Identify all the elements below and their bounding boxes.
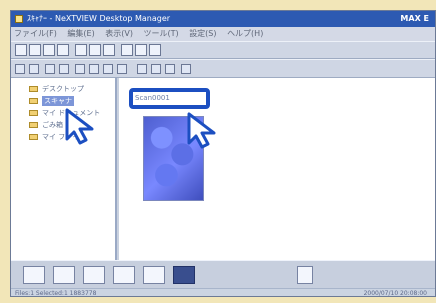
folder-icon xyxy=(29,122,38,128)
view-list-button[interactable] xyxy=(45,64,55,74)
bottom-button-6[interactable] xyxy=(173,266,195,284)
bottom-button-5[interactable] xyxy=(143,266,165,284)
tree-item-label: ごみ箱 xyxy=(42,121,63,129)
folder-icon xyxy=(29,110,38,116)
bottom-button-3[interactable] xyxy=(83,266,105,284)
view-details-button[interactable] xyxy=(59,64,69,74)
toolbar-properties-button[interactable] xyxy=(121,44,133,56)
top-toolbar xyxy=(11,41,435,59)
window-titlebar: ｽｷｬﾅｰ - NeXTVIEW Desktop Manager MAX E xyxy=(11,11,435,27)
tree-item-label: マイ ファイル xyxy=(42,133,87,141)
bottom-button-2[interactable] xyxy=(53,266,75,284)
window-title-right: MAX E xyxy=(400,14,429,23)
toolbar-search-button[interactable] xyxy=(135,44,147,56)
tree-item-label: デスクトップ xyxy=(42,85,84,93)
slideshow-button[interactable] xyxy=(137,64,147,74)
toolbar-up-button[interactable] xyxy=(43,44,55,56)
zoom-in-button[interactable] xyxy=(103,64,113,74)
folder-icon xyxy=(29,98,38,104)
file-list-pane: Scan0001 xyxy=(119,78,435,260)
rotate-right-button[interactable] xyxy=(89,64,99,74)
toolbar-paste-button[interactable] xyxy=(89,44,101,56)
application-window: ｽｷｬﾅｰ - NeXTVIEW Desktop Manager MAX E フ… xyxy=(10,10,436,297)
zoom-out-button[interactable] xyxy=(117,64,127,74)
menu-help[interactable]: ヘルプ(H) xyxy=(227,29,263,38)
view-small-icons-button[interactable] xyxy=(29,64,39,74)
toolbar-copy-button[interactable] xyxy=(75,44,87,56)
status-right-text: 2000/07/10 20:08:00 xyxy=(363,290,427,297)
folder-icon xyxy=(29,86,38,92)
folder-tree-pane: デスクトップ スキャナ マイ ドキュメント ごみ箱 マイ ファイル xyxy=(11,78,117,260)
bottom-button-4[interactable] xyxy=(113,266,135,284)
scan-thumbnail[interactable] xyxy=(143,116,204,201)
bottom-button-1[interactable] xyxy=(23,266,45,284)
menu-settings[interactable]: 設定(S) xyxy=(189,29,216,38)
thumbnail-title-highlight xyxy=(129,88,210,109)
app-icon xyxy=(15,15,23,23)
window-title: ｽｷｬﾅｰ - NeXTVIEW Desktop Manager xyxy=(27,14,171,23)
view-large-icons-button[interactable] xyxy=(15,64,25,74)
menu-view[interactable]: 表示(V) xyxy=(105,29,133,38)
tree-item-label: スキャナ xyxy=(42,96,74,106)
extra-button[interactable] xyxy=(181,64,191,74)
main-content: デスクトップ スキャナ マイ ドキュメント ごみ箱 マイ ファイル Scan00… xyxy=(11,78,435,260)
toolbar-back-button[interactable] xyxy=(15,44,27,56)
toolbar-refresh-button[interactable] xyxy=(57,44,69,56)
toolbar-view-button[interactable] xyxy=(149,44,161,56)
menu-tools[interactable]: ツール(T) xyxy=(144,29,179,38)
secondary-toolbar xyxy=(11,59,435,78)
menu-file[interactable]: ファイル(F) xyxy=(14,29,57,38)
menu-bar: ファイル(F) 編集(E) 表示(V) ツール(T) 設定(S) ヘルプ(H) xyxy=(11,27,435,41)
tree-item-label: マイ ドキュメント xyxy=(42,109,101,117)
bottom-toolbar xyxy=(11,260,435,288)
status-bar: Files:1 Selected:1 1883778 2000/07/10 20… xyxy=(11,288,435,297)
send-button[interactable] xyxy=(165,64,175,74)
folder-icon xyxy=(29,134,38,140)
status-left-text: Files:1 Selected:1 1883778 xyxy=(15,290,97,297)
menu-edit[interactable]: 編集(E) xyxy=(67,29,94,38)
rotate-left-button[interactable] xyxy=(75,64,85,74)
toolbar-forward-button[interactable] xyxy=(29,44,41,56)
print-button[interactable] xyxy=(151,64,161,74)
toolbar-delete-button[interactable] xyxy=(103,44,115,56)
bottom-button-7[interactable] xyxy=(297,266,313,284)
